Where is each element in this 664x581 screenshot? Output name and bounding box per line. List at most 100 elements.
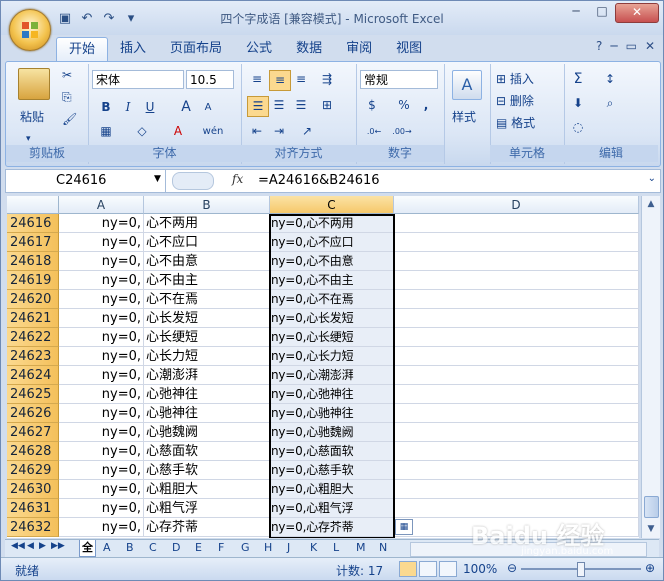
cell-c[interactable]: ny=0,心长发短	[270, 309, 394, 328]
increase-indent-icon[interactable]: ⇥	[269, 122, 289, 141]
name-box[interactable]: C24616	[6, 170, 166, 192]
last-sheet-icon[interactable]: ▶▶	[51, 541, 65, 551]
styles-button[interactable]: 样式	[452, 108, 476, 125]
cell-b[interactable]: 心潮澎湃	[144, 366, 270, 385]
next-sheet-icon[interactable]: ▶	[39, 541, 46, 551]
row-header[interactable]: 24617	[7, 233, 59, 252]
tab-formulas[interactable]: 公式	[234, 37, 284, 61]
row-header[interactable]: 24631	[7, 499, 59, 518]
cell-a[interactable]: ny=0,	[59, 233, 144, 252]
delete-cells-button[interactable]: ⊟ 删除	[496, 92, 534, 109]
sheet-tab[interactable]: L	[331, 540, 341, 556]
tab-home[interactable]: 开始	[56, 37, 109, 62]
cell-a[interactable]: ny=0,	[59, 328, 144, 347]
row-header[interactable]: 24619	[7, 271, 59, 290]
sheet-tab[interactable]: J	[285, 540, 292, 556]
tab-page-layout[interactable]: 页面布局	[158, 37, 234, 61]
cell-c[interactable]: ny=0,心慈面软	[270, 442, 394, 461]
cell-c[interactable]: ny=0,心不由意	[270, 252, 394, 271]
cell-d[interactable]	[394, 309, 639, 328]
minimize-button[interactable]: ─	[563, 3, 589, 21]
sheet-tab[interactable]: N	[377, 540, 389, 556]
ribbon-close-icon[interactable]: ✕	[645, 39, 655, 53]
tab-view[interactable]: 视图	[384, 37, 434, 61]
sheet-tab[interactable]: F	[216, 540, 226, 556]
column-header-b[interactable]: B	[144, 196, 270, 214]
row-header[interactable]: 24629	[7, 461, 59, 480]
cell-a[interactable]: ny=0,	[59, 480, 144, 499]
insert-function-button[interactable]: fx	[232, 172, 243, 186]
format-cells-button[interactable]: ▤ 格式	[496, 114, 535, 131]
cell-a[interactable]: ny=0,	[59, 252, 144, 271]
orientation-icon[interactable]: ↗	[297, 122, 317, 141]
cell-d[interactable]	[394, 423, 639, 442]
row-header[interactable]: 24616	[7, 214, 59, 233]
sheet-tab[interactable]: H	[262, 540, 274, 556]
format-painter-icon[interactable]: 🖌	[62, 112, 77, 126]
formula-bar-resize-handle[interactable]	[172, 172, 214, 190]
cell-b[interactable]: 心长绠短	[144, 328, 270, 347]
cell-d[interactable]	[394, 214, 639, 233]
cut-icon[interactable]: ✂	[62, 68, 72, 82]
cell-d[interactable]	[394, 480, 639, 499]
vertical-scroll-thumb[interactable]	[644, 496, 659, 518]
cell-c[interactable]: ny=0,心潮澎湃	[270, 366, 394, 385]
scroll-down-icon[interactable]: ▼	[644, 521, 658, 537]
cell-c[interactable]: ny=0,心不应口	[270, 233, 394, 252]
decrease-indent-icon[interactable]: ⇤	[247, 122, 267, 141]
cell-c[interactable]: ny=0,心粗胆大	[270, 480, 394, 499]
grow-font-button[interactable]: A	[176, 98, 196, 117]
cell-c[interactable]: ny=0,心驰魏阙	[270, 423, 394, 442]
align-right-icon[interactable]: ☰	[291, 96, 311, 115]
sheet-tab[interactable]: C	[147, 540, 159, 556]
fill-color-icon[interactable]: ◇	[132, 122, 152, 141]
sheet-tab[interactable]: E	[193, 540, 204, 556]
copy-icon[interactable]: ⎘	[62, 90, 72, 105]
align-bottom-icon[interactable]: ≡	[291, 70, 311, 89]
cell-a[interactable]: ny=0,	[59, 214, 144, 233]
close-button[interactable]: ✕	[615, 3, 659, 23]
zoom-level[interactable]: 100%	[463, 562, 497, 576]
shrink-font-button[interactable]: A	[198, 98, 218, 117]
cell-b[interactable]: 心不两用	[144, 214, 270, 233]
cell-b[interactable]: 心弛神往	[144, 385, 270, 404]
row-header[interactable]: 24628	[7, 442, 59, 461]
formula-input[interactable]: =A24616&B24616	[258, 170, 380, 192]
cell-b[interactable]: 心不由主	[144, 271, 270, 290]
percent-button[interactable]: %	[394, 96, 414, 115]
comma-button[interactable]: ,	[416, 96, 436, 115]
cell-d[interactable]	[394, 271, 639, 290]
zoom-slider-knob[interactable]	[577, 562, 585, 577]
paste-dropdown-icon[interactable]: ▾	[26, 134, 31, 144]
font-color-button[interactable]: A	[168, 122, 188, 141]
cell-a[interactable]: ny=0,	[59, 461, 144, 480]
vertical-scrollbar[interactable]: ▲ ▼	[641, 196, 660, 538]
cell-c[interactable]: ny=0,心不由主	[270, 271, 394, 290]
fill-icon[interactable]: ⬇	[568, 94, 588, 113]
font-size-box[interactable]: 10.5	[186, 70, 234, 89]
maximize-button[interactable]: □	[589, 3, 615, 21]
sheet-tab[interactable]: M	[354, 540, 368, 556]
cell-d[interactable]	[394, 328, 639, 347]
sheet-tab[interactable]: B	[124, 540, 136, 556]
cell-d[interactable]	[394, 404, 639, 423]
cell-b[interactable]: 心长发短	[144, 309, 270, 328]
insert-cells-button[interactable]: ⊞ 插入	[496, 70, 534, 87]
cell-d[interactable]	[394, 347, 639, 366]
cell-b[interactable]: 心不在焉	[144, 290, 270, 309]
sheet-tab[interactable]: 全	[79, 540, 96, 557]
cell-c[interactable]: ny=0,心不两用	[270, 214, 394, 233]
zoom-in-icon[interactable]: ⊕	[645, 561, 655, 575]
worksheet-grid[interactable]: A B C D 24616 ny=0, 心不两用 ny=0,心不两用 24617 ny=0…	[7, 196, 639, 538]
cell-b[interactable]: 心存芥蒂	[144, 518, 270, 537]
italic-button[interactable]: I	[118, 98, 138, 117]
styles-icon[interactable]: A	[452, 70, 482, 100]
align-center-icon[interactable]: ☰	[269, 96, 289, 115]
align-top-icon[interactable]: ≡	[247, 70, 267, 89]
cell-d[interactable]	[394, 290, 639, 309]
row-header[interactable]: 24632	[7, 518, 59, 537]
cell-b[interactable]: 心慈手软	[144, 461, 270, 480]
row-header[interactable]: 24620	[7, 290, 59, 309]
select-all-corner[interactable]	[7, 196, 59, 214]
bold-button[interactable]: B	[96, 98, 116, 117]
